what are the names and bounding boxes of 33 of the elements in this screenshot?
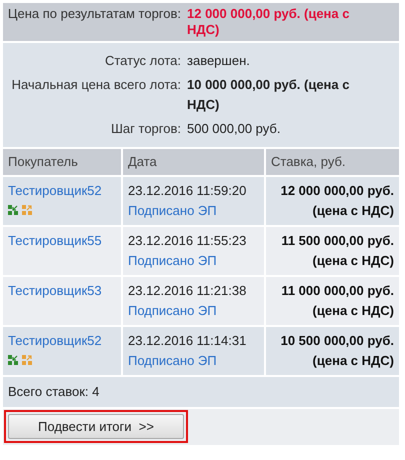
bid-amount: 11 000 000,00 руб. (цена с НДС) [265,276,399,326]
bid-amount: 12 000 000,00 руб. (цена с НДС) [265,176,399,226]
export-icon[interactable] [22,355,32,365]
buyer-link[interactable]: Тестировщик52 [8,181,116,201]
signature-link[interactable]: Подписано ЭП [128,301,259,321]
bid-date: 23.12.2016 11:59:20 [128,182,248,200]
result-price-value: 12 000 000,00 руб. (цена с НДС) [187,6,350,38]
import-icon[interactable] [8,355,18,365]
bid-amount: 10 500 000,00 руб. (цена с НДС) [265,326,399,376]
export-icon[interactable] [22,205,32,215]
bid-date: 23.12.2016 11:14:31 [128,332,248,350]
signature-link[interactable]: Подписано ЭП [128,201,259,221]
import-icon[interactable] [8,205,18,215]
buyer-link[interactable]: Тестировщик52 [8,331,116,351]
info-value: завершен. [187,52,251,70]
column-header: Дата [122,148,265,176]
info-value: 10 000 000,00 руб. (цена с НДС) [187,76,350,114]
buyer-link[interactable]: Тестировщик55 [8,231,116,251]
column-header: Покупатель [3,148,122,176]
signature-link[interactable]: Подписано ЭП [128,351,259,371]
info-value: 500 000,00 руб. [187,120,282,138]
signature-link[interactable]: Подписано ЭП [128,251,259,271]
info-label: Статус лота: [104,52,182,70]
result-price-label: Цена по результатам торгов: [6,6,182,23]
buyer-link[interactable]: Тестировщик53 [8,281,116,301]
bid-total: Всего ставок: 4 [3,377,399,407]
bid-date: 23.12.2016 11:21:38 [128,282,248,300]
column-header: Ставка, руб. [265,148,399,176]
bid-date: 23.12.2016 11:55:23 [128,232,248,250]
bid-amount: 11 500 000,00 руб. (цена с НДС) [265,226,399,276]
info-label: Начальная цена всего лота: [10,76,182,94]
summarize-button[interactable]: Подвести итоги >> [8,414,184,439]
info-label: Шаг торгов: [110,120,182,138]
